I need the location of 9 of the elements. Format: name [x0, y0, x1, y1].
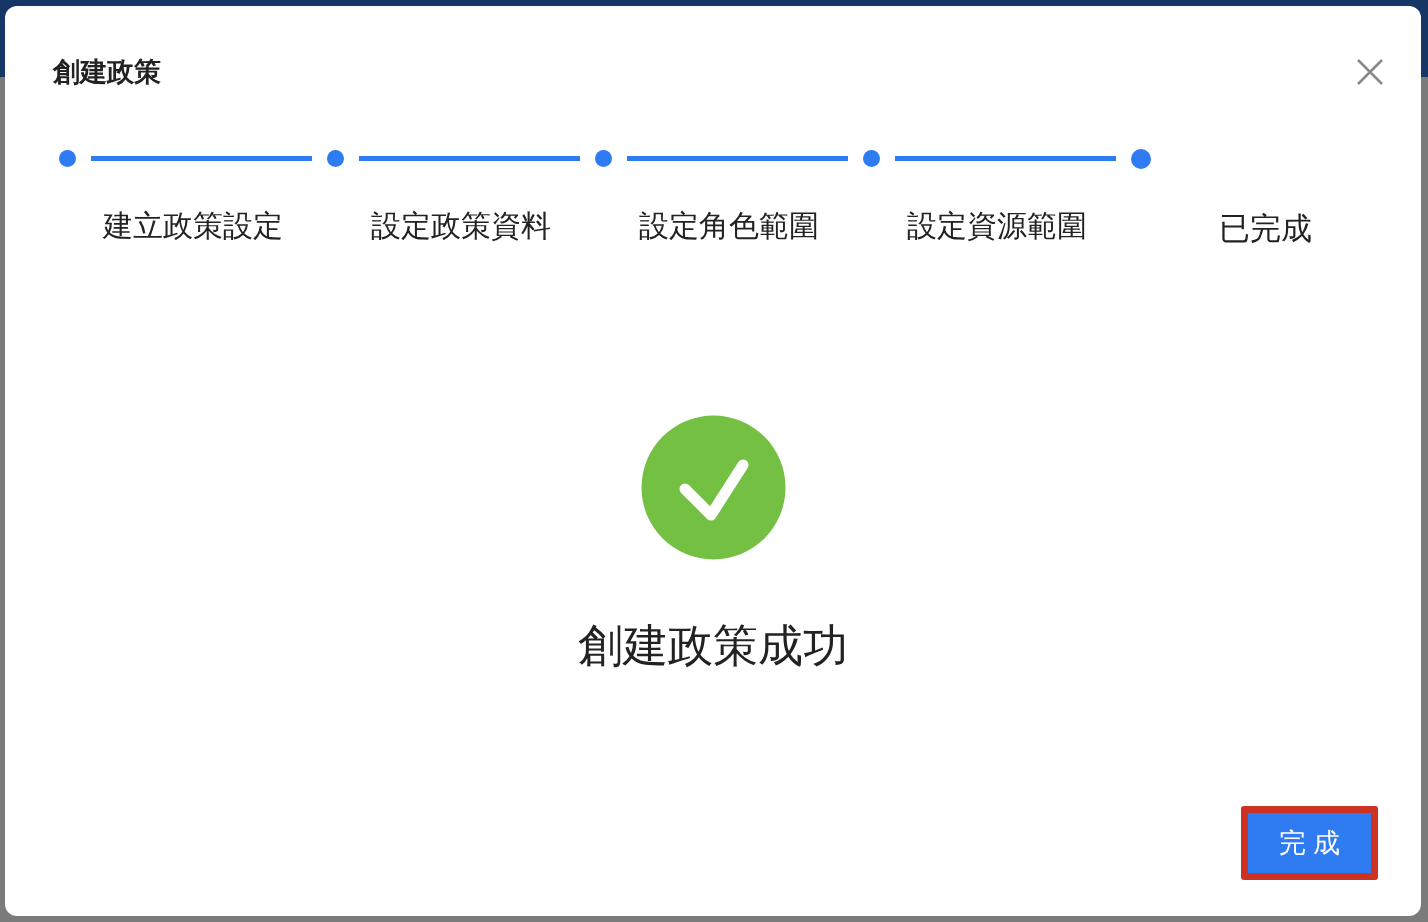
dialog-title: 創建政策: [53, 56, 161, 89]
finish-button[interactable]: 完 成: [1248, 813, 1371, 873]
step-label: 設定角色範圍: [639, 207, 819, 244]
success-check-icon: [640, 415, 786, 560]
step-label: 設定政策資料: [371, 207, 551, 244]
success-message: 創建政策成功: [578, 619, 848, 673]
step-label: 已完成: [1218, 209, 1312, 248]
step-label: 建立政策設定: [103, 207, 283, 244]
step-label: 設定資源範圍: [907, 207, 1087, 244]
